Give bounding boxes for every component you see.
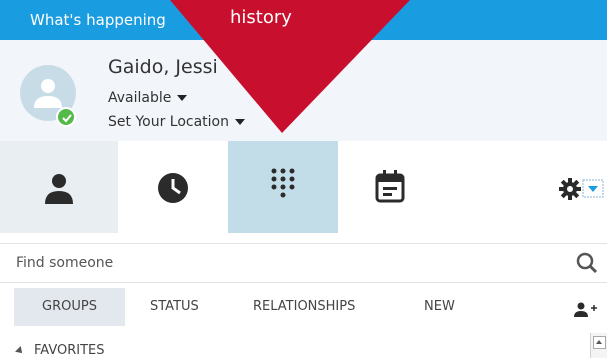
location-label: Set Your Location xyxy=(108,114,229,130)
clock-icon xyxy=(158,173,188,203)
search-icon[interactable] xyxy=(576,252,598,274)
person-icon xyxy=(45,174,73,204)
calendar-icon xyxy=(375,170,405,203)
tab-history[interactable] xyxy=(118,141,228,233)
filter-relationships[interactable]: RELATIONSHIPS xyxy=(253,288,355,326)
chevron-down-icon xyxy=(177,95,188,101)
favorites-group-header[interactable]: FAVORITES xyxy=(15,343,105,358)
filter-groups[interactable]: GROUPS xyxy=(14,288,125,326)
availability-label: Available xyxy=(108,90,172,106)
filter-status[interactable]: STATUS xyxy=(150,288,199,326)
location-dropdown[interactable]: Set Your Location xyxy=(108,114,245,130)
chevron-down-icon xyxy=(235,119,245,125)
main-tabs xyxy=(0,141,607,233)
add-contact-icon[interactable] xyxy=(574,302,598,318)
search-input[interactable] xyxy=(16,244,556,282)
search-bar xyxy=(0,243,607,283)
collapse-triangle-icon xyxy=(15,345,25,356)
dialpad-icon xyxy=(271,168,295,198)
contact-filter-tabs: GROUPS STATUS RELATIONSHIPS NEW xyxy=(0,288,607,326)
gear-icon xyxy=(559,178,604,200)
tab-contacts[interactable] xyxy=(0,141,118,233)
user-name: Gaido, Jessi xyxy=(108,56,218,78)
profile-header: Gaido, Jessi Available Set Your Location xyxy=(0,40,607,141)
tab-dialpad[interactable] xyxy=(228,141,338,233)
checkmark-icon xyxy=(62,114,72,123)
presence-indicator xyxy=(56,107,76,127)
callout-label: history xyxy=(230,7,292,28)
filter-new[interactable]: NEW xyxy=(424,288,455,326)
scroll-up-arrow-icon[interactable] xyxy=(593,336,606,349)
availability-dropdown[interactable]: Available xyxy=(108,90,188,106)
favorites-label: FAVORITES xyxy=(34,343,105,358)
whats-happening-text[interactable]: What's happening xyxy=(30,11,166,29)
settings-button[interactable] xyxy=(540,141,607,233)
tab-meetings[interactable] xyxy=(338,141,448,233)
notification-bar[interactable]: What's happening xyxy=(0,0,607,40)
